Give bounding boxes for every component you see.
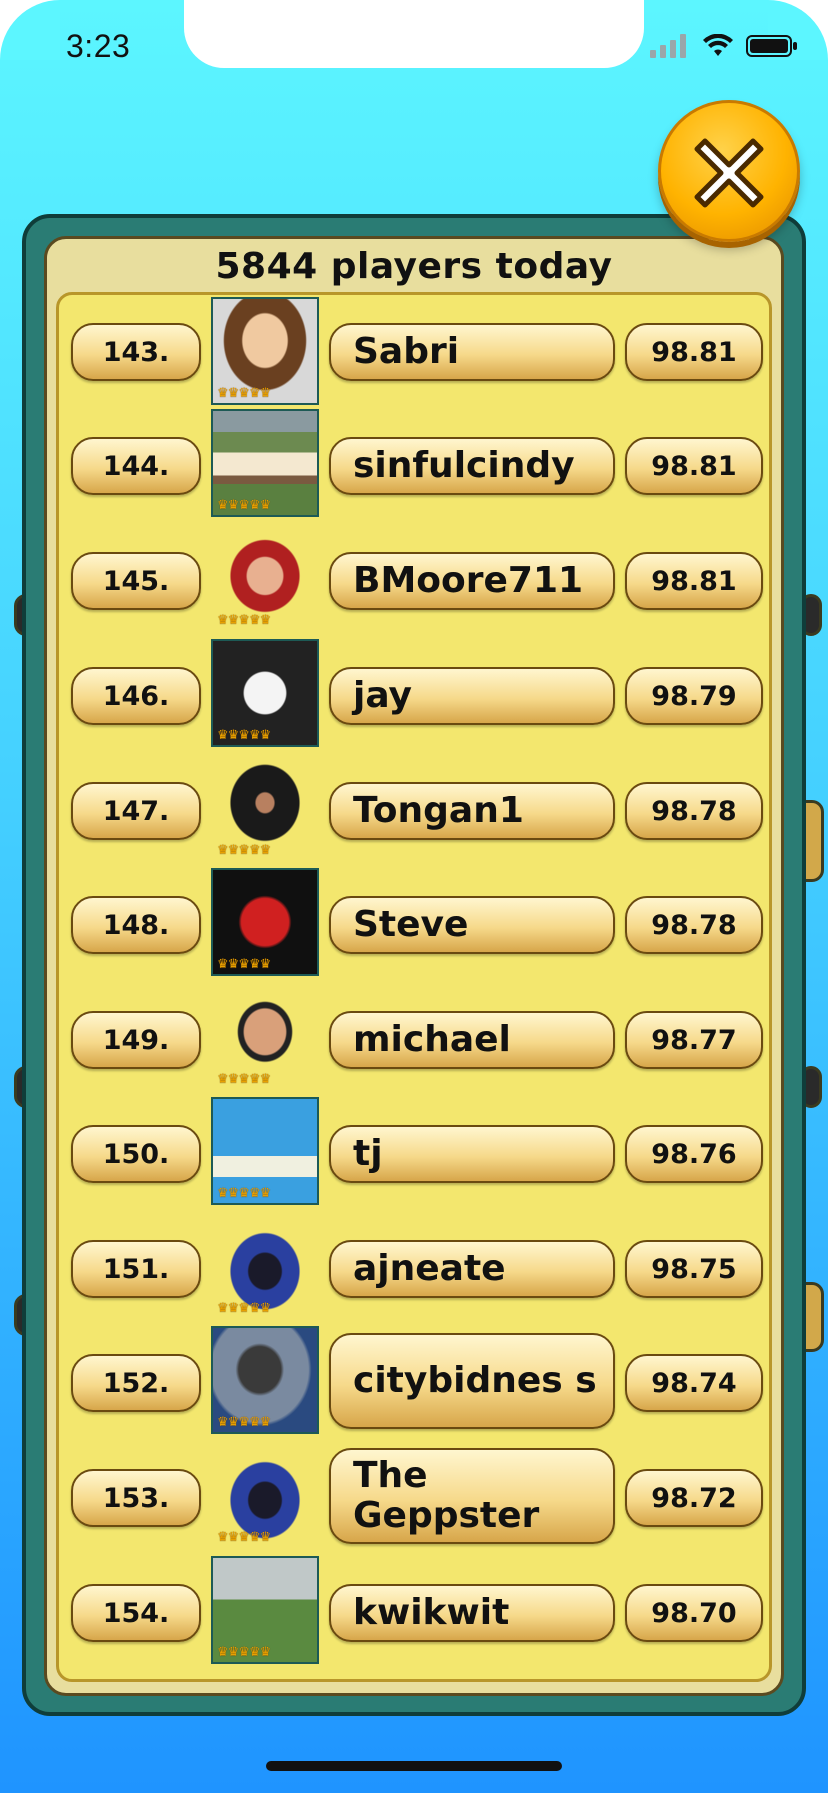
crown-rating: ♛♛♛♛♛ (217, 386, 271, 401)
player-avatar[interactable]: ♛♛♛♛♛ (211, 639, 319, 747)
leaderboard-row: 146. ♛♛♛♛♛ jay 98.79 (59, 639, 769, 749)
crown-rating: ♛♛♛♛♛ (217, 1530, 271, 1545)
device-notch (184, 0, 644, 68)
home-indicator[interactable] (266, 1761, 562, 1771)
players-today-title: 5844 players today (215, 246, 613, 287)
leaderboard-list[interactable]: 143. ♛♛♛♛♛ Sabri 98.81 144. ♛♛♛♛♛ sinful… (56, 292, 772, 1682)
leaderboard-row: 151. ♛♛♛♛♛ ajneate 98.75 (59, 1212, 769, 1322)
player-score: 98.81 (625, 437, 763, 495)
cellular-signal-icon (650, 34, 686, 58)
player-name: Steve (329, 896, 615, 954)
player-score: 98.72 (625, 1469, 763, 1527)
player-score: 98.81 (625, 552, 763, 610)
battery-icon (746, 35, 797, 57)
crown-rating: ♛♛♛♛♛ (217, 1645, 271, 1660)
player-name: kwikwit (329, 1584, 615, 1642)
player-score: 98.79 (625, 667, 763, 725)
crown-rating: ♛♛♛♛♛ (217, 957, 271, 972)
player-avatar[interactable]: ♛♛♛♛♛ (211, 983, 319, 1091)
rank-badge: 144. (71, 437, 201, 495)
player-avatar[interactable]: ♛♛♛♛♛ (211, 1556, 319, 1664)
player-score: 98.78 (625, 896, 763, 954)
player-avatar[interactable]: ♛♛♛♛♛ (211, 754, 319, 862)
player-name: michael (329, 1011, 615, 1069)
player-name: Sabri (329, 323, 615, 381)
crown-rating: ♛♛♛♛♛ (217, 728, 271, 743)
leaderboard-row: 148. ♛♛♛♛♛ Steve 98.78 (59, 868, 769, 978)
wifi-icon (703, 34, 733, 56)
leaderboard-row: 153. ♛♛♛♛♛ The Geppster 98.72 (59, 1441, 769, 1551)
leaderboard-row: 150. ♛♛♛♛♛ tj 98.76 (59, 1097, 769, 1207)
screen-corner-left (0, 0, 60, 60)
rank-badge: 153. (71, 1469, 201, 1527)
leaderboard-row: 145. ♛♛♛♛♛ BMoore711 98.81 (59, 524, 769, 634)
leaderboard-row: 143. ♛♛♛♛♛ Sabri 98.81 (59, 295, 769, 405)
player-score: 98.81 (625, 323, 763, 381)
player-name: jay (329, 667, 615, 725)
status-time: 3:23 (66, 28, 131, 64)
player-score: 98.74 (625, 1354, 763, 1412)
rank-badge: 147. (71, 782, 201, 840)
player-name: BMoore711 (329, 552, 615, 610)
player-name: citybidnes s (329, 1333, 615, 1429)
leaderboard-row: 154. ♛♛♛♛♛ kwikwit 98.70 (59, 1556, 769, 1666)
rank-badge: 150. (71, 1125, 201, 1183)
leaderboard-row: 149. ♛♛♛♛♛ michael 98.77 (59, 983, 769, 1093)
rank-badge: 146. (71, 667, 201, 725)
player-score: 98.77 (625, 1011, 763, 1069)
player-avatar[interactable]: ♛♛♛♛♛ (211, 297, 319, 405)
player-avatar[interactable]: ♛♛♛♛♛ (211, 1212, 319, 1320)
crown-rating: ♛♛♛♛♛ (217, 1072, 271, 1087)
player-name: The Geppster (329, 1448, 615, 1544)
crown-rating: ♛♛♛♛♛ (217, 843, 271, 858)
crown-rating: ♛♛♛♛♛ (217, 1301, 271, 1316)
crown-rating: ♛♛♛♛♛ (217, 613, 271, 628)
close-icon (694, 138, 764, 208)
status-icons (650, 34, 798, 58)
close-button[interactable] (658, 100, 800, 242)
crown-rating: ♛♛♛♛♛ (217, 498, 271, 513)
player-score: 98.70 (625, 1584, 763, 1642)
player-score: 98.78 (625, 782, 763, 840)
crown-rating: ♛♛♛♛♛ (217, 1415, 271, 1430)
player-name: sinfulcindy (329, 437, 615, 495)
rank-badge: 151. (71, 1240, 201, 1298)
rank-badge: 143. (71, 323, 201, 381)
crown-rating: ♛♛♛♛♛ (217, 1186, 271, 1201)
player-avatar[interactable]: ♛♛♛♛♛ (211, 409, 319, 517)
player-name: ajneate (329, 1240, 615, 1298)
player-avatar[interactable]: ♛♛♛♛♛ (211, 868, 319, 976)
player-avatar[interactable]: ♛♛♛♛♛ (211, 1097, 319, 1205)
player-score: 98.76 (625, 1125, 763, 1183)
player-avatar[interactable]: ♛♛♛♛♛ (211, 524, 319, 632)
rank-badge: 149. (71, 1011, 201, 1069)
rank-badge: 154. (71, 1584, 201, 1642)
rank-badge: 148. (71, 896, 201, 954)
player-name: tj (329, 1125, 615, 1183)
player-avatar[interactable]: ♛♛♛♛♛ (211, 1441, 319, 1549)
leaderboard-row: 144. ♛♛♛♛♛ sinfulcindy 98.81 (59, 409, 769, 519)
player-score: 98.75 (625, 1240, 763, 1298)
player-avatar[interactable]: ♛♛♛♛♛ (211, 1326, 319, 1434)
rank-badge: 152. (71, 1354, 201, 1412)
leaderboard-row: 152. ♛♛♛♛♛ citybidnes s 98.74 (59, 1326, 769, 1436)
rank-badge: 145. (71, 552, 201, 610)
player-name: Tongan1 (329, 782, 615, 840)
leaderboard-row: 147. ♛♛♛♛♛ Tongan1 98.78 (59, 754, 769, 864)
